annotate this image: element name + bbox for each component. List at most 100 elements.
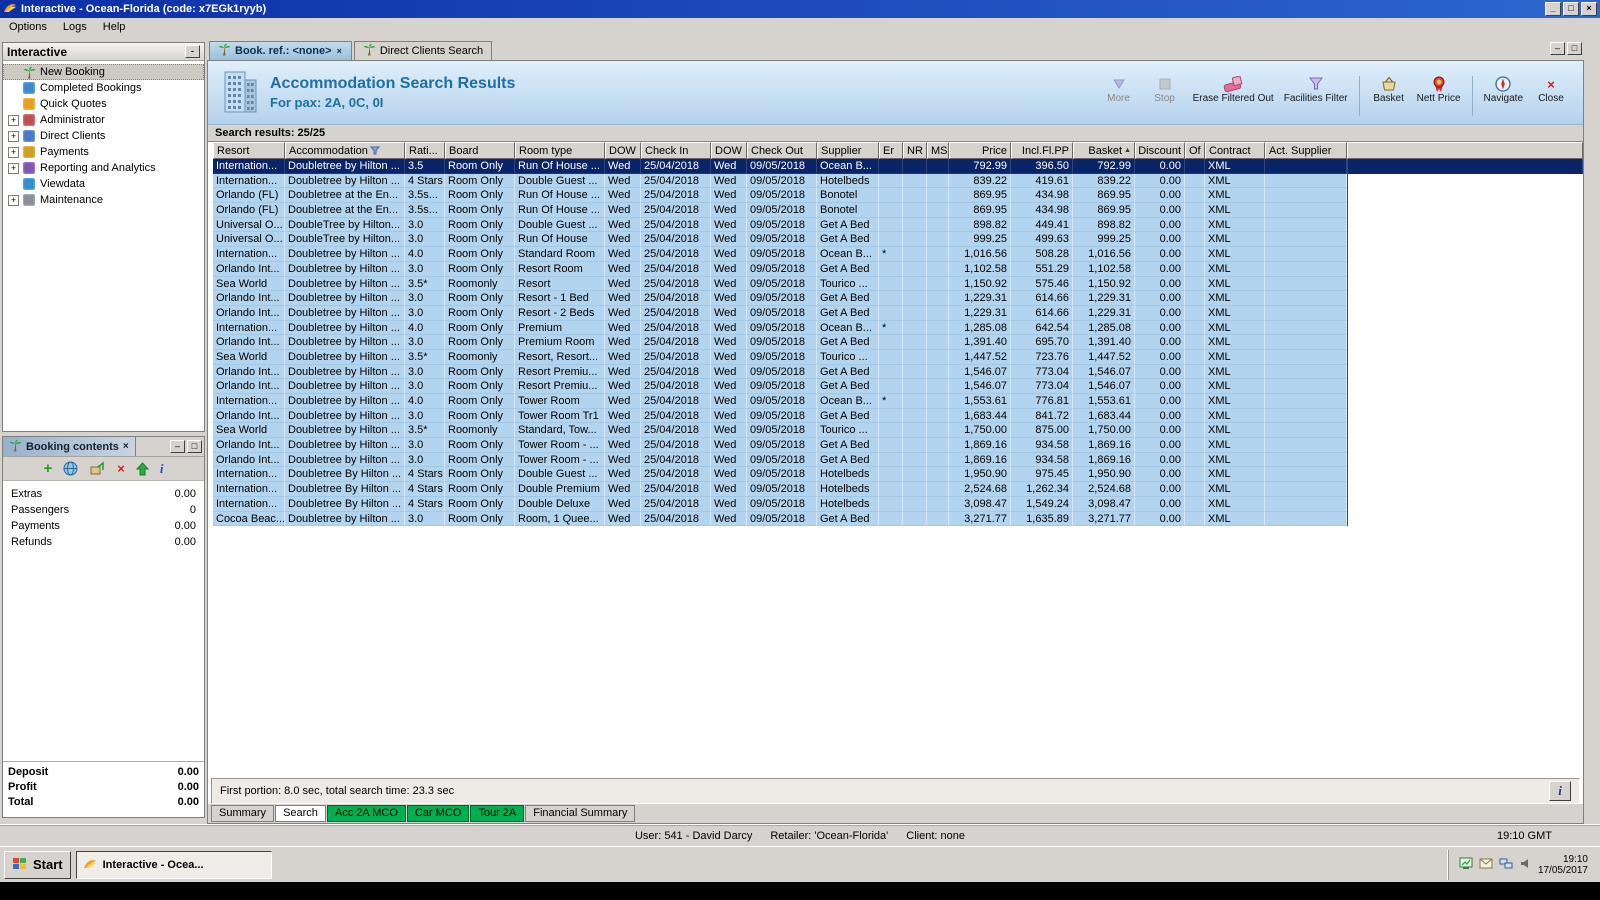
collapse-panel-button[interactable]: - xyxy=(185,45,200,58)
bottom-tab-search[interactable]: Search xyxy=(275,805,326,822)
result-row[interactable]: Internation... Doubletree by Hilton ... 4.… xyxy=(213,320,1583,336)
maximize-button[interactable]: □ xyxy=(1563,2,1579,16)
column-header-rati[interactable]: Rati... xyxy=(405,142,445,159)
column-header-supplier[interactable]: Supplier xyxy=(817,142,879,159)
expand-icon[interactable]: + xyxy=(8,162,19,174)
panel-minimize-button[interactable]: – xyxy=(170,440,185,453)
result-row[interactable]: Internation... Doubletree By Hilton ... 4 … xyxy=(213,482,1583,497)
info-button[interactable]: i xyxy=(1549,781,1571,801)
menu-help[interactable]: Help xyxy=(95,19,134,35)
bottom-tab-summary[interactable]: Summary xyxy=(211,805,275,822)
result-row[interactable]: Internation... Doubletree by Hilton ... 4.… xyxy=(213,247,1583,262)
export-icon[interactable] xyxy=(89,461,106,477)
expand-icon[interactable]: + xyxy=(8,146,19,158)
close-panel-icon[interactable]: × xyxy=(123,441,129,452)
result-row[interactable]: Orlando Int... Doubletree by Hilton ... 3.… xyxy=(213,452,1583,468)
sidebar-item-new-booking[interactable]: +New Booking xyxy=(3,64,204,80)
column-header-check-out[interactable]: Check Out xyxy=(747,142,817,159)
result-row[interactable]: Internation... Doubletree By Hilton ... 4 … xyxy=(213,467,1583,483)
basket-button[interactable]: Basket xyxy=(1367,74,1411,105)
bottom-tab-tour-2a[interactable]: Tour 2A xyxy=(470,805,525,822)
result-row[interactable]: Orlando Int... Doubletree by Hilton ... 3.… xyxy=(213,261,1583,277)
result-row[interactable]: Orlando Int... Doubletree by Hilton ... 3.… xyxy=(213,379,1583,394)
result-row[interactable]: Internation... Doubletree by Hilton ... 4.… xyxy=(213,394,1583,409)
up-icon[interactable] xyxy=(135,461,149,477)
start-button[interactable]: Start xyxy=(4,850,71,879)
bottom-tab-financial-summary[interactable]: Financial Summary xyxy=(525,805,636,822)
add-icon[interactable]: + xyxy=(44,460,53,477)
result-row[interactable]: Orlando Int... Doubletree by Hilton ... 3.… xyxy=(213,408,1583,424)
result-row[interactable]: Universal O... DoubleTree by Hilton... 3.0… xyxy=(213,217,1583,233)
column-header-act-supplier[interactable]: Act. Supplier xyxy=(1265,142,1347,159)
column-header-resort[interactable]: Resort xyxy=(213,142,285,159)
result-row[interactable]: Orlando Int... Doubletree by Hilton ... 3.… xyxy=(213,335,1583,350)
column-header-dow[interactable]: DOW xyxy=(711,142,747,159)
result-row[interactable]: Sea World Doubletree by Hilton ... 3.5* Roo… xyxy=(213,423,1583,439)
booking-contents-row[interactable]: Payments 0.00 xyxy=(6,518,201,534)
minimize-button[interactable]: _ xyxy=(1545,2,1561,16)
column-header-check-in[interactable]: Check In xyxy=(641,142,711,159)
facilities-filter-button[interactable]: Facilities Filter xyxy=(1280,74,1352,105)
sidebar-item-quick-quotes[interactable]: +Quick Quotes xyxy=(3,96,204,112)
booking-contents-tab[interactable]: Booking contents × xyxy=(3,437,136,456)
panel-maximize-button[interactable]: □ xyxy=(187,440,202,453)
expand-icon[interactable]: + xyxy=(8,194,19,206)
column-header-er[interactable]: Er xyxy=(879,142,903,159)
result-row[interactable]: Orlando (FL) Doubletree at the En... 3.5s.… xyxy=(213,188,1583,204)
result-row[interactable]: Sea World Doubletree by Hilton ... 3.5* Roo… xyxy=(213,276,1583,292)
taskbar-task-button[interactable]: Interactive - Ocea... xyxy=(75,850,272,879)
column-header-room-type[interactable]: Room type xyxy=(515,142,605,159)
column-header-of[interactable]: Of xyxy=(1185,142,1205,159)
column-header-basket[interactable]: Basket ▲ xyxy=(1073,142,1135,159)
close-tab-icon[interactable]: × xyxy=(336,46,343,56)
info-icon[interactable]: i xyxy=(160,461,164,477)
result-row[interactable]: Orlando Int... Doubletree by Hilton ... 3.… xyxy=(213,364,1583,380)
world-icon[interactable] xyxy=(63,461,78,477)
bottom-tab-acc-2a-mco[interactable]: Acc 2A MCO xyxy=(326,805,406,822)
nett-price-button[interactable]: Nett Price xyxy=(1413,74,1465,105)
expand-icon[interactable]: + xyxy=(8,114,19,126)
close-button[interactable]: × xyxy=(1581,2,1597,16)
result-row[interactable]: Cocoa Beac... Doubletree by Hilton ... 3.0… xyxy=(213,511,1583,527)
menu-options[interactable]: Options xyxy=(1,19,55,35)
bottom-tab-car-mco[interactable]: Car MCO xyxy=(406,805,470,822)
result-row[interactable]: Orlando Int... Doubletree by Hilton ... 3.… xyxy=(213,305,1583,321)
column-header-ms[interactable]: MS xyxy=(927,142,949,159)
result-row[interactable]: Internation... Doubletree by Hilton ... 3.… xyxy=(213,159,1583,174)
sidebar-item-reporting-and-analytics[interactable]: + Reporting and Analytics xyxy=(3,160,204,176)
chart-tray-icon[interactable] xyxy=(1459,857,1473,873)
column-header-board[interactable]: Board xyxy=(445,142,515,159)
delete-icon[interactable]: × xyxy=(117,461,125,477)
result-row[interactable]: Orlando Int... Doubletree by Hilton ... 3.… xyxy=(213,291,1583,306)
booking-contents-row[interactable]: Extras 0.00 xyxy=(6,486,201,502)
result-row[interactable]: Orlando (FL) Doubletree at the En... 3.5s.… xyxy=(213,203,1583,218)
mail-tray-icon[interactable] xyxy=(1479,858,1493,872)
column-header-discount[interactable]: Discount xyxy=(1135,142,1185,159)
result-row[interactable]: Sea World Doubletree by Hilton ... 3.5* Roo… xyxy=(213,349,1583,365)
tab-direct-clients-search[interactable]: Direct Clients Search xyxy=(353,41,493,60)
sidebar-item-maintenance[interactable]: + Maintenance xyxy=(3,192,204,208)
column-header-incl-fl-pp[interactable]: Incl.Fl.PP xyxy=(1011,142,1073,159)
erase-filtered-out-button[interactable]: Erase Filtered Out xyxy=(1189,74,1278,105)
child-minimize-button[interactable]: – xyxy=(1550,42,1565,55)
navigate-button[interactable]: Navigate xyxy=(1480,74,1527,105)
sidebar-item-viewdata[interactable]: +Viewdata xyxy=(3,176,204,192)
column-header-accommodation[interactable]: Accommodation xyxy=(285,142,405,159)
network-tray-icon[interactable] xyxy=(1499,857,1513,873)
result-row[interactable]: Internation... Doubletree by Hilton ... 4 … xyxy=(213,173,1583,189)
sidebar-item-direct-clients[interactable]: + Direct Clients xyxy=(3,128,204,144)
sidebar-item-payments[interactable]: + Payments xyxy=(3,144,204,160)
result-row[interactable]: Internation... Doubletree By Hilton ... 4 … xyxy=(213,496,1583,512)
volume-tray-icon[interactable] xyxy=(1519,857,1532,873)
column-header-contract[interactable]: Contract xyxy=(1205,142,1265,159)
sidebar-item-administrator[interactable]: + Administrator xyxy=(3,112,204,128)
column-header-price[interactable]: Price xyxy=(949,142,1011,159)
column-header-nr[interactable]: NR xyxy=(903,142,927,159)
close-button[interactable]: × Close xyxy=(1529,74,1573,105)
tab-book-ref-none[interactable]: Book. ref.: <none> × xyxy=(209,41,352,60)
menu-logs[interactable]: Logs xyxy=(55,19,95,35)
sidebar-item-completed-bookings[interactable]: +Completed Bookings xyxy=(3,80,204,96)
child-restore-button[interactable]: □ xyxy=(1567,42,1582,55)
result-row[interactable]: Universal O... DoubleTree by Hilton... 3.0… xyxy=(213,232,1583,248)
column-header-dow[interactable]: DOW xyxy=(605,142,641,159)
